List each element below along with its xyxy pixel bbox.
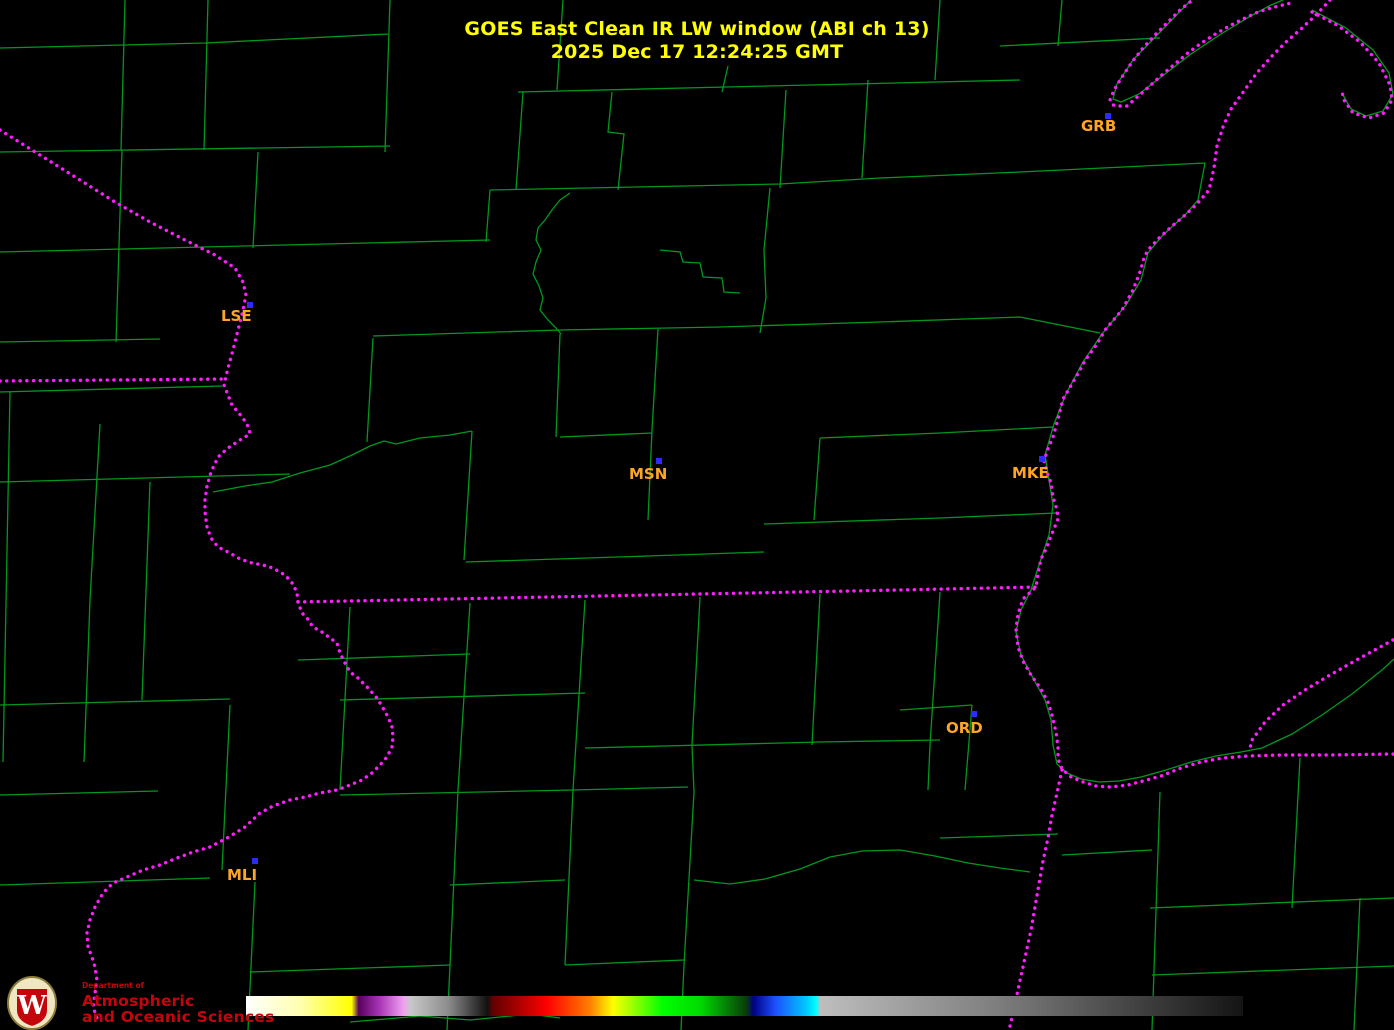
county-boundary-line (339, 606, 351, 791)
state-border-dotted-line (0, 377, 226, 383)
crest-letter-w: W (16, 991, 47, 1021)
county-boundary-line (1151, 791, 1161, 1030)
county-boundary-line (647, 328, 659, 521)
logo-name-line-1: Atmospheric (82, 991, 195, 1010)
state-border-dotted-layer (0, 0, 1394, 1030)
state-border-dotted-line (296, 585, 1038, 604)
station-label-MKE: MKE (1012, 464, 1049, 482)
county-boundary-line (0, 877, 211, 886)
county-boundary-line (465, 551, 765, 563)
county-boundary-line (0, 790, 159, 796)
county-boundary-line (964, 704, 973, 791)
county-boundary-line (0, 473, 291, 483)
station-label-ORD: ORD (946, 719, 983, 737)
county-boundary-line (564, 599, 586, 966)
county-boundary-line (463, 430, 473, 561)
uw-crest-icon: W (7, 976, 57, 1030)
state-border-dotted-line (1247, 638, 1394, 754)
county-boundary-line (0, 698, 231, 706)
state-border-dotted-line (1014, 0, 1394, 789)
county-boundary-line (532, 192, 571, 335)
logo-dept-line: Department of (82, 981, 144, 990)
county-boundary-line (297, 653, 471, 661)
county-boundary-line (607, 91, 625, 191)
station-label-MSN: MSN (629, 465, 667, 483)
station-markers-layer: GRB LSE MSN MKE ORD MLI (221, 113, 1116, 884)
county-boundary-line (249, 964, 451, 973)
county-boundary-line (489, 162, 1206, 191)
county-boundary-line (515, 91, 524, 191)
station-label-LSE: LSE (221, 307, 252, 325)
county-boundary-line (1353, 897, 1361, 1030)
county-boundary-line (564, 959, 685, 966)
county-boundary-line (252, 151, 259, 249)
state-border-dotted-line (0, 128, 395, 1020)
county-boundary-line (366, 337, 374, 443)
county-boundary-line (763, 512, 1057, 525)
county-boundary-line (0, 338, 161, 343)
county-boundary-line (212, 430, 473, 493)
county-boundary-line (1149, 897, 1394, 909)
county-boundary-line (115, 149, 123, 343)
county-boundary-line (584, 739, 941, 749)
county-boundary-line (559, 432, 653, 438)
state-border-dotted-line (1007, 768, 1064, 1030)
station-label-MLI: MLI (227, 866, 257, 884)
title-line-2: 2025 Dec 17 12:24:25 GMT (550, 41, 844, 64)
uw-aos-logo: W Department of Atmospheric and Oceanic … (6, 976, 274, 1030)
county-boundary-line (659, 249, 741, 294)
station-label-GRB: GRB (1081, 117, 1116, 135)
temperature-colorbar (246, 996, 1243, 1016)
image-title: GOES East Clean IR LW window (ABI ch 13)… (0, 18, 1394, 64)
satellite-map-canvas: GRB LSE MSN MKE ORD MLI (0, 0, 1394, 1030)
county-boundary-line (83, 423, 101, 763)
county-boundary-line (2, 391, 11, 763)
county-boundary-line (0, 239, 491, 253)
county-boundary-line (759, 187, 771, 334)
county-boundary-line (861, 79, 869, 179)
station-marker-ORD (971, 711, 977, 717)
county-boundary-line (693, 849, 1031, 885)
county-boundary-line (372, 316, 1101, 337)
county-boundary-line (446, 602, 471, 1030)
county-boundary-line (939, 833, 1059, 839)
station-marker-MKE (1039, 456, 1045, 462)
county-boundary-line (779, 89, 787, 189)
county-boundary-line (485, 189, 491, 243)
county-boundary-line (141, 481, 151, 701)
county-boundary-line (555, 333, 561, 438)
county-boundary-line (1015, 162, 1394, 783)
station-marker-MLI (252, 858, 258, 864)
county-boundary-line (517, 79, 1021, 93)
station-marker-MSN (656, 458, 662, 464)
county-boundary-line (221, 704, 231, 871)
county-boundary-line (1291, 757, 1301, 909)
county-boundary-line (0, 145, 391, 153)
county-boundary-line (819, 426, 1054, 439)
logo-text: Department of Atmospheric and Oceanic Sc… (82, 976, 275, 1027)
title-line-1: GOES East Clean IR LW window (ABI ch 13) (464, 18, 930, 40)
county-boundary-line (721, 65, 729, 93)
county-boundary-line (339, 786, 689, 796)
county-boundary-line (813, 437, 821, 521)
logo-name-line-2: and Oceanic Sciences (82, 1008, 275, 1027)
county-boundary-line (811, 593, 821, 746)
county-boundary-line (680, 596, 701, 1030)
county-boundary-line (1151, 965, 1394, 976)
county-boundary-line (1061, 849, 1153, 856)
county-boundary-line (0, 385, 223, 393)
county-boundary-line (927, 591, 941, 791)
county-boundary-line (899, 704, 973, 711)
satellite-viewer-screen: GRB LSE MSN MKE ORD MLI GOES East Clean IR LW… (0, 0, 1394, 1030)
county-boundary-line (449, 879, 566, 886)
county-boundaries-layer (0, 0, 1394, 1030)
